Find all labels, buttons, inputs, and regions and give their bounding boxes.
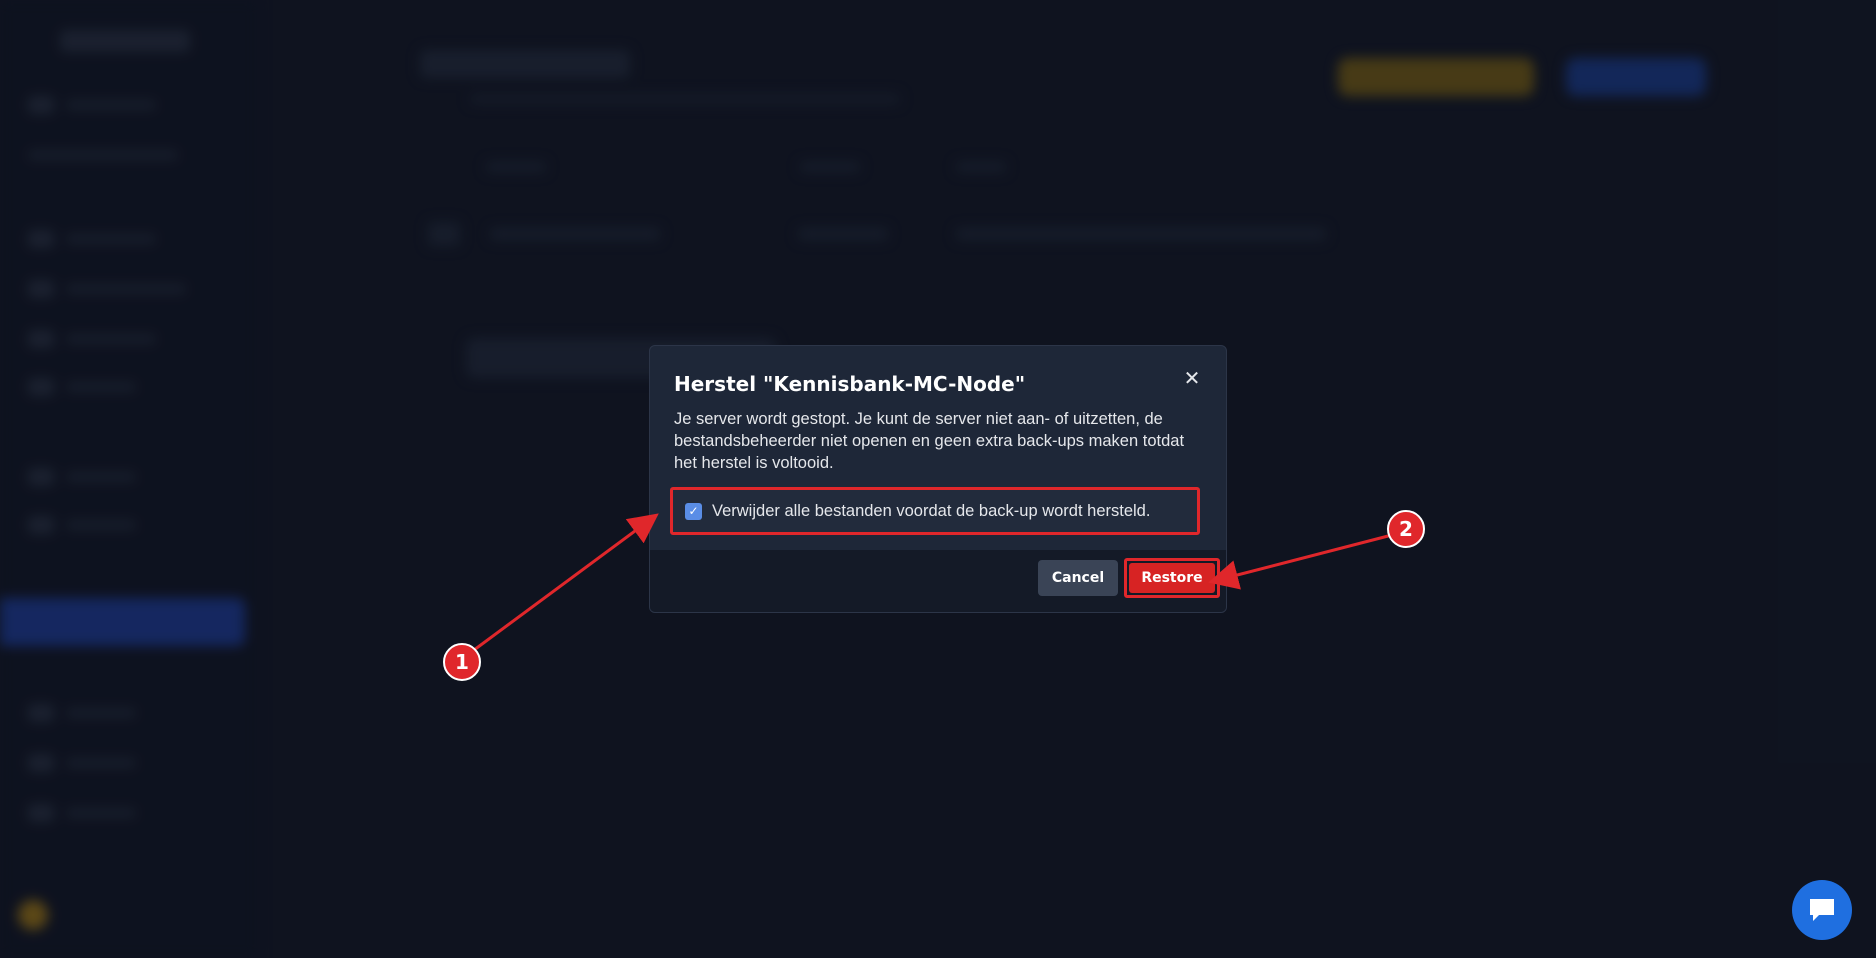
modal-title: Herstel "Kennisbank-MC-Node" xyxy=(674,372,1026,396)
delete-files-checkbox[interactable]: ✓ xyxy=(685,502,702,520)
delete-files-option[interactable]: ✓ Verwijder alle bestanden voordat de ba… xyxy=(670,487,1200,535)
delete-files-label[interactable]: Verwijder alle bestanden voordat de back… xyxy=(712,502,1150,521)
modal-footer: Cancel Restore xyxy=(650,550,1226,612)
annotation-badge-1: 1 xyxy=(443,643,481,681)
close-icon[interactable]: ✕ xyxy=(1182,368,1202,388)
restore-backup-modal: Herstel "Kennisbank-MC-Node" ✕ Je server… xyxy=(649,345,1227,613)
restore-button[interactable]: Restore xyxy=(1129,563,1215,593)
restore-button-highlight: Restore xyxy=(1124,558,1220,598)
chat-widget-button[interactable] xyxy=(1792,880,1852,940)
chat-bubble-icon xyxy=(1810,899,1834,921)
modal-description: Je server wordt gestopt. Je kunt de serv… xyxy=(674,410,1185,472)
cancel-button[interactable]: Cancel xyxy=(1038,560,1118,596)
annotation-badge-2: 2 xyxy=(1387,510,1425,548)
